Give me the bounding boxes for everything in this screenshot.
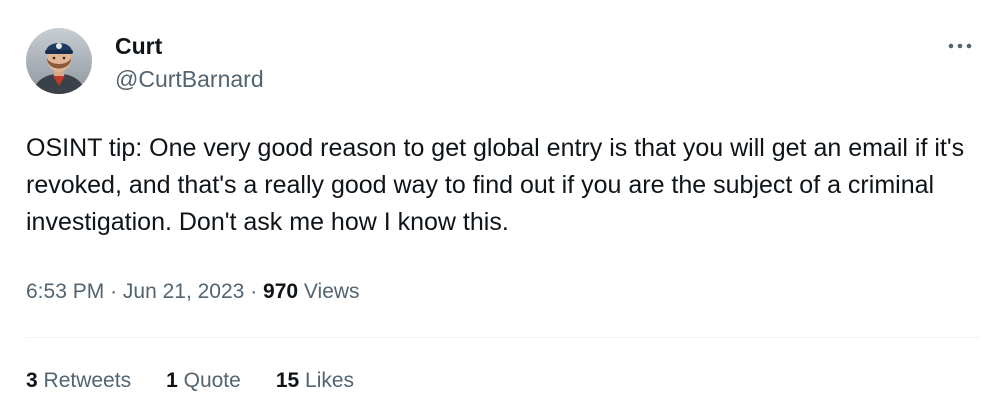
separator-dot: ·	[250, 280, 258, 303]
quotes-label: Quote	[183, 369, 241, 392]
author-handle[interactable]: @CurtBarnard	[115, 65, 264, 93]
quotes-count: 1	[166, 369, 178, 392]
divider	[26, 337, 980, 338]
likes-stat[interactable]: 15 Likes	[276, 367, 354, 395]
retweets-stat[interactable]: 3 Retweets	[26, 367, 131, 395]
quotes-stat[interactable]: 1 Quote	[166, 367, 241, 395]
likes-count: 15	[275, 369, 300, 392]
likes-label: Likes	[305, 369, 355, 392]
author-display-name[interactable]: Curt	[115, 32, 162, 60]
profile-photo-icon	[26, 28, 92, 94]
more-horizontal-icon	[948, 43, 972, 49]
separator-dot: ·	[110, 280, 118, 303]
tweet-date[interactable]: Jun 21, 2023	[123, 280, 244, 303]
tweet-metadata: 6:53 PM · Jun 21, 2023 · 970 Views	[26, 278, 360, 306]
views-count: 970	[263, 280, 299, 303]
more-options-button[interactable]	[942, 34, 978, 58]
avatar[interactable]	[26, 28, 92, 94]
views-label: Views	[303, 280, 360, 303]
tweet-card: Curt @CurtBarnard OSINT tip: One very go…	[0, 0, 1000, 417]
retweets-label: Retweets	[43, 369, 132, 392]
tweet-text: OSINT tip: One very good reason to get g…	[26, 134, 965, 236]
tweet-time[interactable]: 6:53 PM	[26, 280, 104, 303]
engagement-stats: 3 Retweets 1 Quote 15 Likes	[26, 367, 354, 395]
retweets-count: 3	[26, 369, 38, 392]
